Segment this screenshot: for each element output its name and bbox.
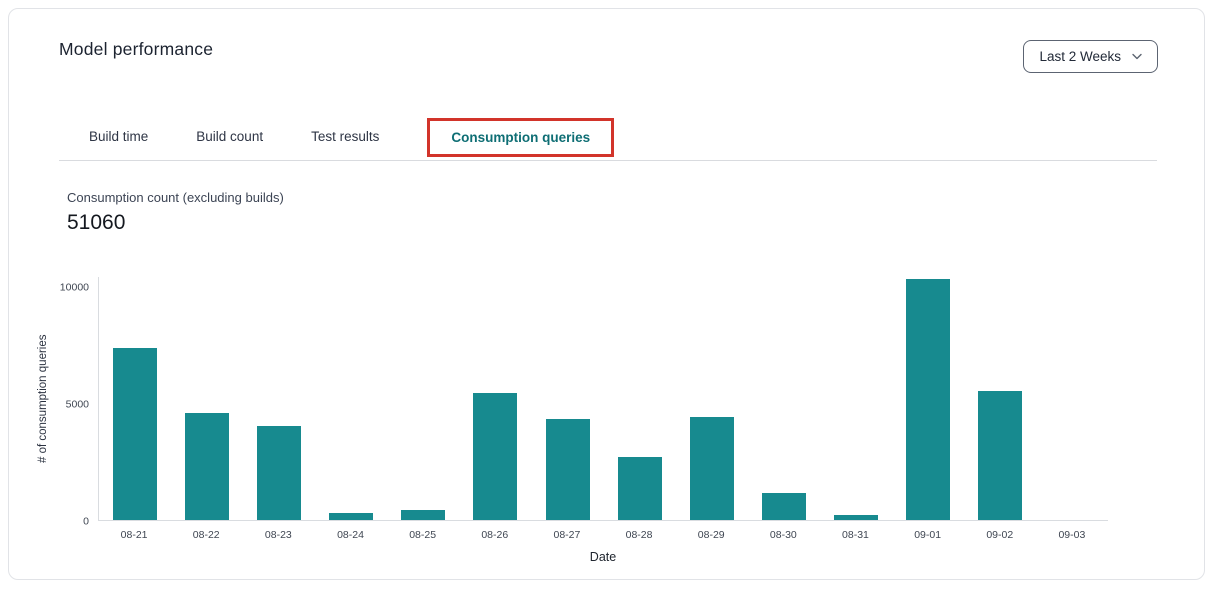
bar-slot-08-23 bbox=[243, 277, 315, 520]
x-tick-label-09-02: 09-02 bbox=[964, 529, 1036, 541]
x-tick-label-08-22: 08-22 bbox=[170, 529, 242, 541]
bar-08-26 bbox=[473, 393, 517, 520]
bar-slot-08-21 bbox=[99, 277, 171, 520]
x-tick-label-09-03: 09-03 bbox=[1036, 529, 1108, 541]
x-tick-label-08-25: 08-25 bbox=[387, 529, 459, 541]
x-tick-label-08-28: 08-28 bbox=[603, 529, 675, 541]
time-range-selector[interactable]: Last 2 Weeks bbox=[1023, 40, 1158, 73]
plot-area bbox=[98, 277, 1108, 521]
bar-08-23 bbox=[257, 426, 301, 520]
metric-label: Consumption count (excluding builds) bbox=[67, 190, 1204, 205]
x-tick-label-08-21: 08-21 bbox=[98, 529, 170, 541]
bar-08-22 bbox=[185, 413, 229, 520]
bar-slot-08-24 bbox=[315, 277, 387, 520]
bar-slot-08-31 bbox=[820, 277, 892, 520]
bar-08-21 bbox=[113, 348, 157, 520]
bar-slot-08-27 bbox=[531, 277, 603, 520]
bar-slot-08-26 bbox=[459, 277, 531, 520]
consumption-count-metric: Consumption count (excluding builds) 510… bbox=[67, 190, 1204, 235]
time-range-value: Last 2 Weeks bbox=[1039, 49, 1121, 64]
y-tick-label-0: 0 bbox=[83, 516, 89, 527]
bar-08-29 bbox=[690, 417, 734, 520]
model-performance-card: Model performance Last 2 Weeks Build tim… bbox=[8, 8, 1205, 580]
card-header: Model performance Last 2 Weeks bbox=[9, 9, 1204, 73]
bar-slot-08-29 bbox=[676, 277, 748, 520]
x-tick-label-08-23: 08-23 bbox=[242, 529, 314, 541]
bar-08-28 bbox=[618, 457, 662, 520]
x-tick-label-08-26: 08-26 bbox=[459, 529, 531, 541]
bar-08-27 bbox=[546, 419, 590, 520]
y-axis-ticks: 0500010000 bbox=[53, 277, 98, 521]
bar-08-25 bbox=[401, 510, 445, 520]
y-tick-label-10000: 10000 bbox=[60, 283, 89, 294]
bar-08-31 bbox=[834, 515, 878, 520]
chevron-down-icon bbox=[1132, 53, 1142, 60]
x-tick-label-08-27: 08-27 bbox=[531, 529, 603, 541]
bar-slot-09-03 bbox=[1036, 277, 1108, 520]
bar-09-01 bbox=[906, 279, 950, 520]
bar-09-02 bbox=[978, 391, 1022, 520]
bar-slot-09-01 bbox=[892, 277, 964, 520]
tab-consumption-queries annotation-highlight-box[interactable]: Consumption queries bbox=[427, 118, 614, 157]
tab-bar: Build time Build count Test results Cons… bbox=[59, 113, 1157, 161]
bar-slot-08-30 bbox=[748, 277, 820, 520]
bar-slot-08-28 bbox=[604, 277, 676, 520]
metric-value: 51060 bbox=[67, 211, 1204, 235]
bar-slot-08-25 bbox=[387, 277, 459, 520]
x-tick-label-08-29: 08-29 bbox=[675, 529, 747, 541]
y-axis-title: # of consumption queries bbox=[33, 277, 53, 521]
x-tick-label-09-01: 09-01 bbox=[892, 529, 964, 541]
tab-build-count[interactable]: Build count bbox=[196, 129, 263, 144]
page-title: Model performance bbox=[59, 39, 213, 60]
y-tick-label-5000: 5000 bbox=[66, 399, 89, 410]
x-axis-labels: 08-2108-2208-2308-2408-2508-2608-2708-28… bbox=[98, 529, 1108, 541]
bar-slot-09-02 bbox=[964, 277, 1036, 520]
bar-08-24 bbox=[329, 513, 373, 520]
x-axis-title: Date bbox=[98, 550, 1108, 564]
bar-08-30 bbox=[762, 493, 806, 520]
tab-build-time[interactable]: Build time bbox=[89, 129, 148, 144]
x-tick-label-08-24: 08-24 bbox=[314, 529, 386, 541]
x-tick-label-08-30: 08-30 bbox=[747, 529, 819, 541]
bar-slot-08-22 bbox=[171, 277, 243, 520]
tab-test-results[interactable]: Test results bbox=[311, 129, 379, 144]
x-tick-label-08-31: 08-31 bbox=[819, 529, 891, 541]
consumption-queries-chart: # of consumption queries 0 5000 10000 08-2… bbox=[33, 277, 1108, 564]
